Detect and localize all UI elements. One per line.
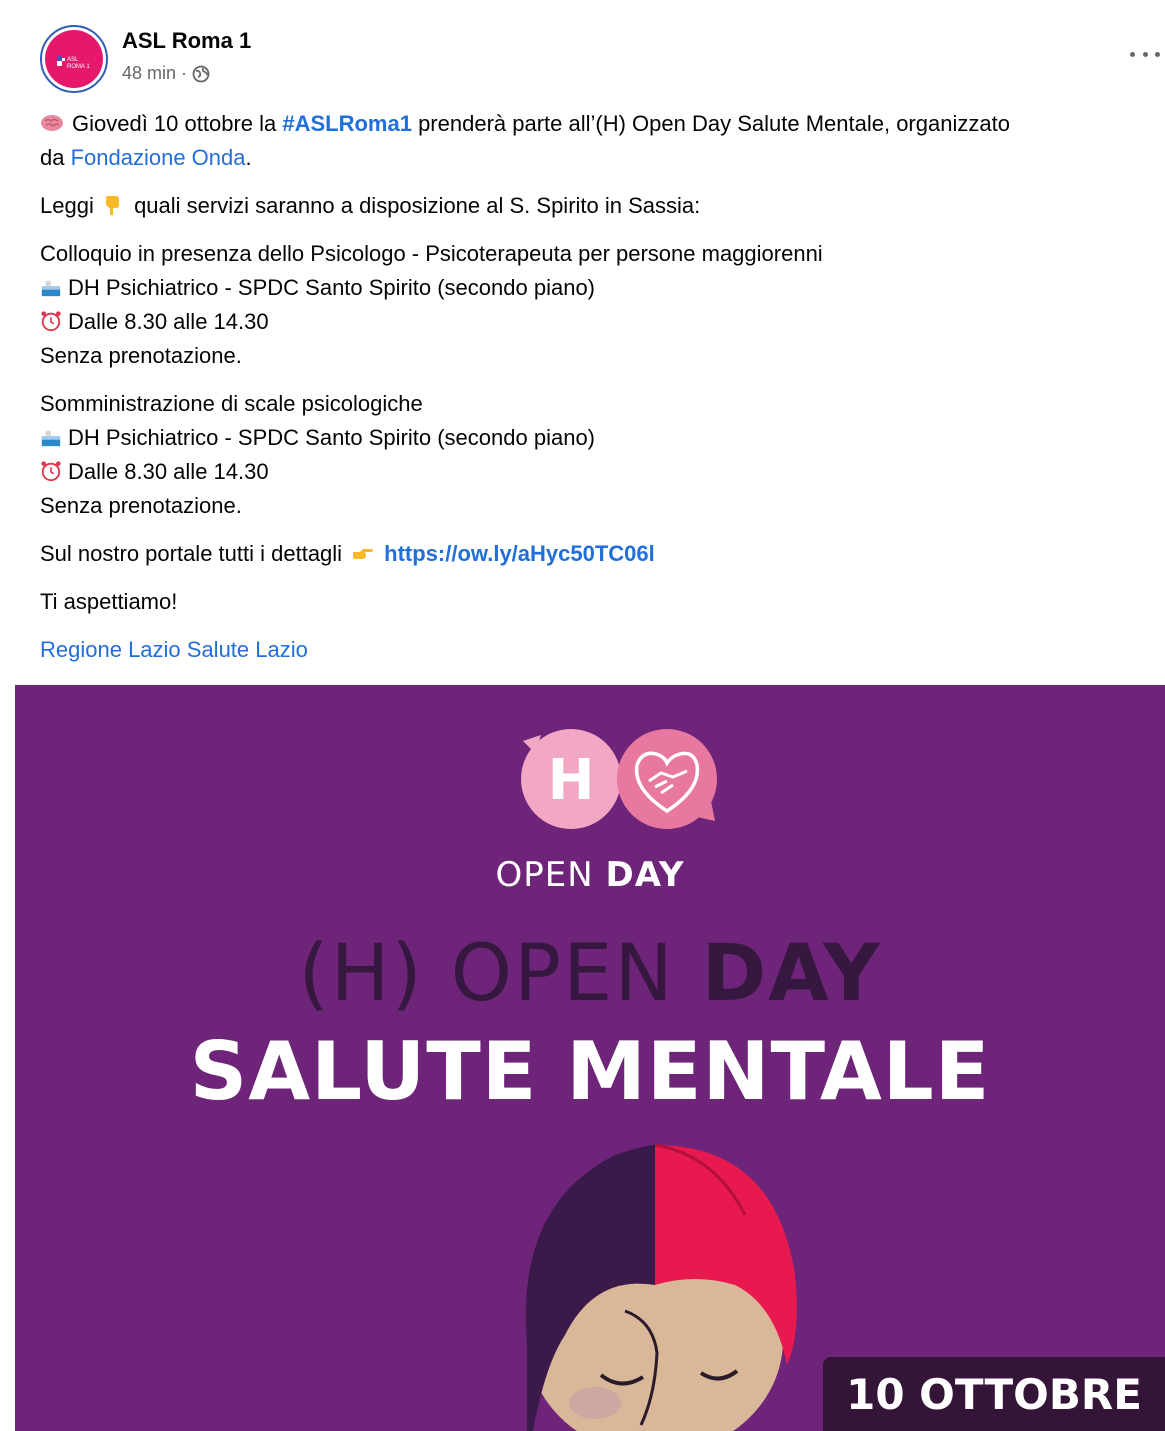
intro-paragraph: Giovedì 10 ottobre la #ASLRoma1 prenderà… <box>40 107 1155 175</box>
page-avatar[interactable]: ASL ROMA 1 <box>40 25 108 93</box>
handshake-heart-bubble-icon <box>617 729 717 829</box>
bubble-letter: H <box>548 748 595 813</box>
logo-caption-open: OPEN <box>495 855 606 895</box>
service-2-location-line: DH Psichiatrico - SPDC Santo Spirito (se… <box>40 421 1155 455</box>
leggi-paragraph: Leggi quali servizi saranno a disposizio… <box>40 189 1155 223</box>
hashtag-link[interactable]: #ASLRoma1 <box>282 111 412 136</box>
closing-paragraph: Ti aspettiamo! <box>40 589 178 614</box>
more-options-icon[interactable] <box>1130 44 1160 64</box>
service-1-hours-line: Dalle 8.30 alle 14.30 <box>40 305 1155 339</box>
portal-paragraph: Sul nostro portale tutti i dettagli http… <box>40 537 1155 571</box>
post-image[interactable]: H OPEN DAY (H) OPEN DAY SALUTE MENTALE 1… <box>15 685 1165 1431</box>
headline-open-day: (H) OPEN DAY <box>15 929 1165 1019</box>
hospital-icon <box>41 430 61 447</box>
headline-bold: DAY <box>701 929 882 1019</box>
avatar-text: ASL ROMA 1 <box>67 57 90 70</box>
post-time[interactable]: 48 min <box>122 63 176 84</box>
avatar-logo: ASL ROMA 1 <box>45 30 103 88</box>
page-name[interactable]: ASL Roma 1 <box>122 28 251 54</box>
logo-caption: OPEN DAY <box>15 855 1165 895</box>
mentions-link[interactable]: Regione Lazio Salute Lazio <box>40 633 1155 667</box>
post-text: Giovedì 10 ottobre la #ASLRoma1 prenderà… <box>40 107 1155 681</box>
portal-link[interactable]: https://ow.ly/aHyc50TC06l <box>384 541 655 566</box>
globe-icon <box>192 65 210 82</box>
service-2-note: Senza prenotazione. <box>40 493 242 518</box>
intro-text-3: da <box>40 145 71 170</box>
headline-thin: (H) OPEN <box>298 929 702 1019</box>
hospital-icon <box>41 280 61 297</box>
service-2-location: DH Psichiatrico - SPDC Santo Spirito (se… <box>68 425 596 450</box>
service-1-title: Colloquio in presenza dello Psicologo - … <box>40 241 823 266</box>
headline-salute-mentale: SALUTE MENTALE <box>189 1025 991 1118</box>
intro-text-1: Giovedì 10 ottobre la <box>72 111 283 136</box>
service-2-hours: Dalle 8.30 alle 14.30 <box>68 459 269 484</box>
alarm-clock-icon <box>41 311 61 332</box>
portal-text: Sul nostro portale tutti i dettagli <box>40 541 349 566</box>
intro-text-4: . <box>245 145 252 170</box>
alarm-clock-icon <box>41 461 61 482</box>
facebook-post: ASL ROMA 1 ASL Roma 1 48 min · Giovedì 1… <box>0 0 1165 1431</box>
service-2-hours-line: Dalle 8.30 alle 14.30 <box>40 455 1155 489</box>
service-1-hours: Dalle 8.30 alle 14.30 <box>68 309 269 334</box>
backhand-index-pointing-right-icon <box>353 549 374 559</box>
intro-text-2: prenderà parte all’(H) Open Day Salute M… <box>411 111 1010 136</box>
h-speech-bubble-icon: H <box>521 729 621 829</box>
fondazione-onda-link[interactable]: Fondazione Onda <box>71 145 246 170</box>
service-1-location: DH Psichiatrico - SPDC Santo Spirito (se… <box>68 275 596 300</box>
service-1-note: Senza prenotazione. <box>40 343 242 368</box>
service-2-title: Somministrazione di scale psicologiche <box>40 391 423 416</box>
service-1-location-line: DH Psichiatrico - SPDC Santo Spirito (se… <box>40 271 1155 305</box>
brain-emoji-icon <box>41 115 63 131</box>
post-meta: 48 min · <box>122 63 210 84</box>
meta-separator: · <box>181 63 188 83</box>
logo-caption-day: DAY <box>605 855 685 895</box>
leggi-text-2: quali servizi saranno a disposizione al … <box>127 193 701 218</box>
backhand-index-pointing-down-icon <box>105 196 119 216</box>
service-2-paragraph: Somministrazione di scale psicologiche D… <box>40 387 1155 523</box>
date-badge: 10 OTTOBRE <box>823 1357 1165 1431</box>
leggi-text-1: Leggi <box>40 193 100 218</box>
woman-face-illustration <box>525 1143 797 1431</box>
service-1-paragraph: Colloquio in presenza dello Psicologo - … <box>40 237 1155 373</box>
